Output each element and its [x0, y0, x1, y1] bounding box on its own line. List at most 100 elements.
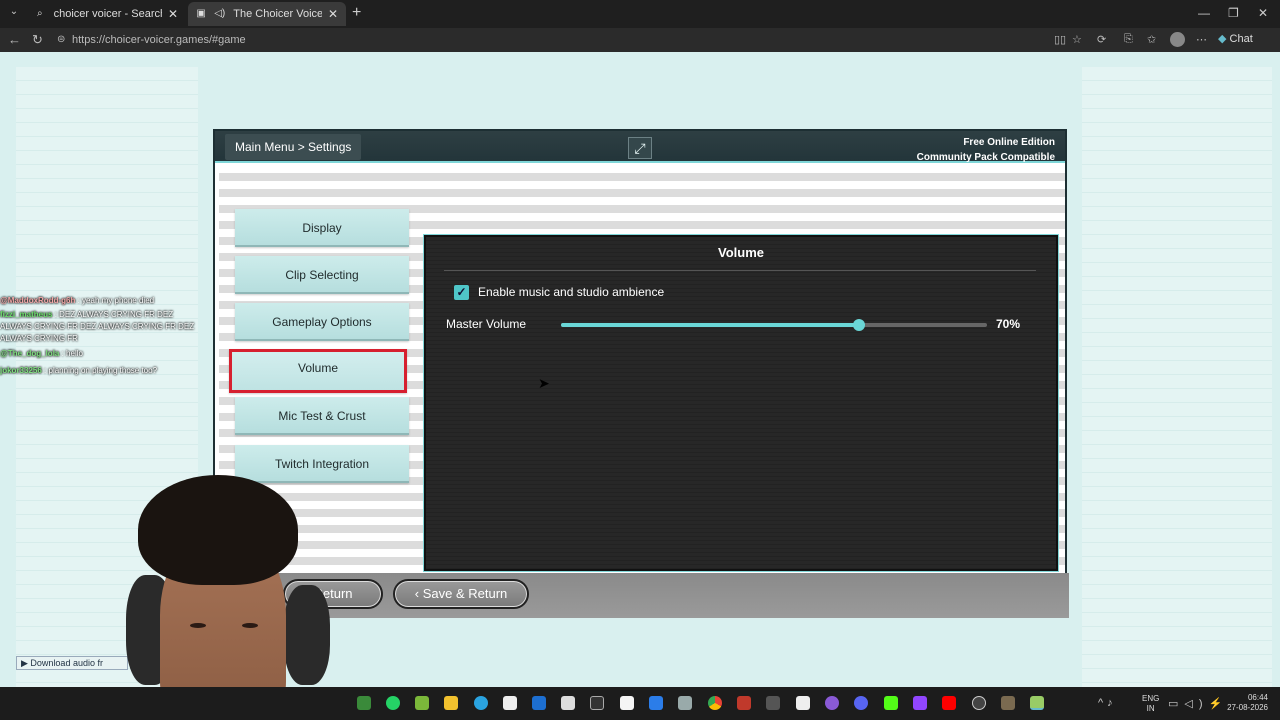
- chrome-icon[interactable]: [708, 696, 722, 710]
- site-info-icon[interactable]: ⊜: [57, 30, 65, 50]
- close-window-button[interactable]: ✕: [1258, 6, 1268, 20]
- fullscreen-icon[interactable]: ⤢: [628, 137, 652, 159]
- master-volume-value: 70%: [996, 317, 1021, 331]
- menu-mic-test-button[interactable]: Mic Test & Crust: [235, 397, 409, 435]
- taskbar: ^♪ ENG IN ▭◁)⚡ 06:44 27-08-2026: [0, 687, 1280, 720]
- split-screen-icon[interactable]: ▯▯: [1054, 33, 1066, 46]
- calculator-icon[interactable]: [561, 696, 575, 710]
- app-icon-3[interactable]: [415, 696, 429, 710]
- sidebar-icon[interactable]: ⎘: [1124, 33, 1133, 46]
- save-return-button[interactable]: ‹ Save & Return: [393, 579, 529, 609]
- chat-text: : planning on playing those too?: [44, 366, 158, 375]
- favorites-icon[interactable]: ✩: [1147, 33, 1156, 46]
- chat-text: : yeah my phone died: [77, 296, 155, 305]
- chevron-up-icon[interactable]: ^: [1098, 697, 1107, 709]
- notes-icon[interactable]: [649, 696, 663, 710]
- mouse-cursor-icon: ➤: [538, 375, 550, 391]
- tab-list-chevron-icon[interactable]: ⌄: [6, 6, 22, 22]
- close-tab-icon[interactable]: ✕: [168, 7, 178, 21]
- extensions-icon[interactable]: ⟳: [1097, 33, 1106, 46]
- ambience-checkbox-label[interactable]: Enable music and studio ambience: [478, 285, 664, 300]
- game-window: Main Menu > Settings ⤢ Free Online Editi…: [213, 129, 1069, 618]
- discord-icon[interactable]: [854, 696, 868, 710]
- refresh-icon[interactable]: ↻: [32, 32, 43, 48]
- file-explorer-icon[interactable]: [444, 696, 458, 710]
- right-background-column: [1082, 67, 1272, 687]
- twitch-icon[interactable]: [913, 696, 927, 710]
- speaker-icon[interactable]: ◁): [214, 8, 225, 20]
- tab-game[interactable]: ▣ ◁) The Choicer Voicer - Free Onli ✕: [188, 2, 346, 26]
- volume-panel: Volume ✓ Enable music and studio ambienc…: [424, 235, 1058, 571]
- menu-display-button[interactable]: Display: [235, 209, 409, 247]
- breadcrumb: Main Menu > Settings: [225, 134, 362, 160]
- menu-volume-button[interactable]: Volume: [229, 349, 407, 393]
- date: 27-08-2026: [1227, 703, 1268, 712]
- app-icon-17[interactable]: [825, 696, 839, 710]
- kick-icon[interactable]: [884, 696, 898, 710]
- mic-icon[interactable]: ♪: [1107, 697, 1117, 709]
- close-tab-icon[interactable]: ✕: [328, 7, 338, 21]
- edition-label: Free Online Edition Community Pack Compa…: [917, 135, 1055, 165]
- chat-user: @The_dog_lola: [0, 349, 60, 358]
- stream-chat-overlay: @MaddoxRodd-g6h : yeah my phone died fiz…: [0, 292, 205, 379]
- ambience-checkbox[interactable]: ✓: [454, 285, 469, 300]
- divider: [444, 270, 1036, 271]
- capcut-icon[interactable]: [796, 696, 810, 710]
- slider-fill: [561, 323, 860, 327]
- tab-title: choicer voicer - Search: [53, 8, 162, 20]
- system-tray[interactable]: ^♪: [1098, 697, 1117, 709]
- url-field[interactable]: ⊜ https://choicer-voicer.games/#game: [52, 30, 1052, 50]
- chevron-left-icon: ‹: [414, 586, 423, 601]
- chat-label: Chat: [1229, 33, 1253, 45]
- back-arrow-icon[interactable]: ←: [8, 32, 21, 47]
- headphone-right: [284, 585, 330, 685]
- obs-icon[interactable]: [972, 696, 986, 710]
- settings-gear-icon[interactable]: [678, 696, 692, 710]
- copilot-chat-button[interactable]: ◆ Chat: [1218, 32, 1253, 45]
- chat-message: @The_dog_lola : hello: [0, 345, 205, 362]
- language-indicator[interactable]: ENG IN: [1142, 694, 1159, 714]
- panel-title: Volume: [718, 245, 764, 260]
- app-icon-1[interactable]: [357, 696, 371, 710]
- app-icon-14[interactable]: [737, 696, 751, 710]
- master-volume-slider[interactable]: [561, 319, 987, 331]
- chat-message: jokor33256 : planning on playing those t…: [0, 362, 205, 379]
- profile-avatar[interactable]: [1170, 32, 1185, 47]
- app-icon-15[interactable]: [766, 696, 780, 710]
- youtube-icon[interactable]: [942, 696, 956, 710]
- chat-user: jokor33256: [0, 366, 42, 375]
- slider-thumb[interactable]: [853, 319, 866, 331]
- browser-tab-bar: ⌄ ⌕ choicer voicer - Search ✕ ▣ ◁) The C…: [0, 0, 1280, 28]
- search-icon: ⌕: [37, 8, 43, 19]
- menu-gameplay-options-button[interactable]: Gameplay Options: [235, 303, 409, 341]
- new-tab-button[interactable]: +: [352, 4, 361, 22]
- chat-message: fizzi_matheus : DEZ ALWAYS CRYING FR DEZ…: [0, 309, 205, 345]
- save-return-label: Save & Return: [422, 586, 508, 601]
- webcam-overlay: [108, 475, 338, 720]
- outlook-icon[interactable]: [532, 696, 546, 710]
- eye: [242, 623, 258, 628]
- game-app-icon[interactable]: [1001, 696, 1015, 710]
- epic-games-icon[interactable]: [590, 696, 604, 710]
- menu-clip-selecting-button[interactable]: Clip Selecting: [235, 256, 409, 294]
- favorite-star-icon[interactable]: ☆: [1072, 33, 1082, 46]
- copilot-icon: ◆: [1218, 33, 1227, 45]
- tab-search[interactable]: ⌕ choicer voicer - Search ✕: [26, 2, 186, 26]
- download-label: Download audio fr: [30, 658, 103, 668]
- time: 06:44: [1247, 693, 1268, 702]
- whatsapp-icon[interactable]: [386, 696, 400, 710]
- streamer-hair: [138, 475, 298, 585]
- lang-line-2: IN: [1146, 704, 1155, 713]
- more-menu-icon[interactable]: ⋯: [1196, 33, 1207, 46]
- document-icon[interactable]: [620, 696, 634, 710]
- clock[interactable]: 06:44 27-08-2026: [1222, 693, 1268, 713]
- chat-text: : hello: [61, 349, 83, 358]
- minimize-button[interactable]: —: [1198, 6, 1210, 20]
- notepad-icon[interactable]: [503, 696, 517, 710]
- address-bar-row: ← ↻ ⊜ https://choicer-voicer.games/#game…: [0, 28, 1280, 52]
- network-volume-battery-icons[interactable]: ▭◁)⚡: [1168, 697, 1228, 710]
- eye: [190, 623, 206, 628]
- telegram-icon[interactable]: [474, 696, 488, 710]
- restore-button[interactable]: ❐: [1228, 6, 1239, 20]
- active-app-icon[interactable]: [1030, 696, 1044, 710]
